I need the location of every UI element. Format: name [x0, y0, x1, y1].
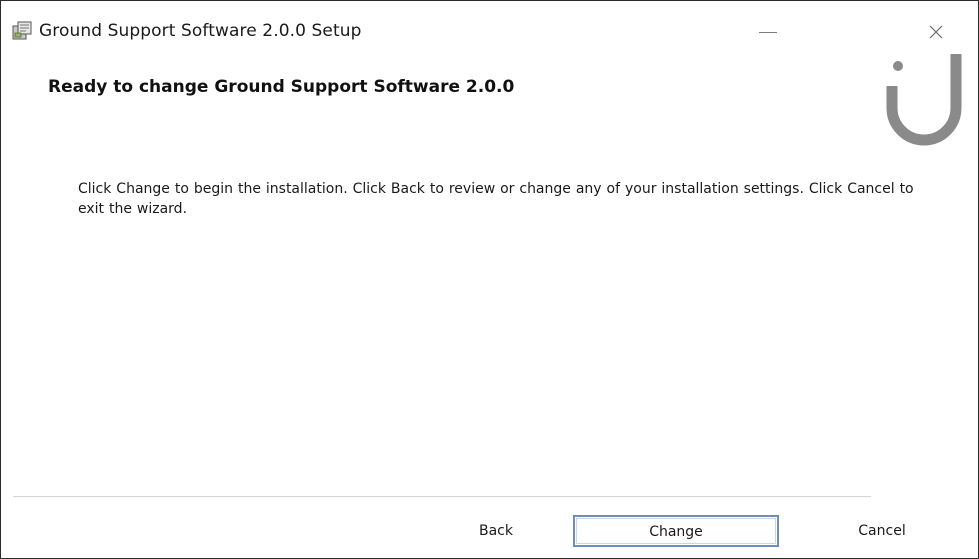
footer-divider	[13, 496, 871, 497]
back-button[interactable]: Back	[441, 515, 551, 547]
title-bar: Ground Support Software 2.0.0 Setup	[1, 1, 978, 65]
close-icon	[929, 25, 943, 39]
minimize-button[interactable]	[745, 11, 791, 51]
page-title: Ready to change Ground Support Software …	[48, 77, 515, 97]
installer-package-icon	[11, 20, 33, 42]
instructions-text: Click Change to begin the installation. …	[78, 181, 914, 217]
close-button[interactable]	[914, 11, 960, 51]
window-title: Ground Support Software 2.0.0 Setup	[39, 21, 362, 41]
setup-wizard-window: Ground Support Software 2.0.0 Setup Read…	[0, 0, 979, 559]
change-button[interactable]: Change	[573, 515, 779, 547]
cancel-button[interactable]: Cancel	[827, 515, 937, 547]
minimize-icon	[759, 32, 777, 33]
brand-u-logo	[879, 46, 969, 146]
